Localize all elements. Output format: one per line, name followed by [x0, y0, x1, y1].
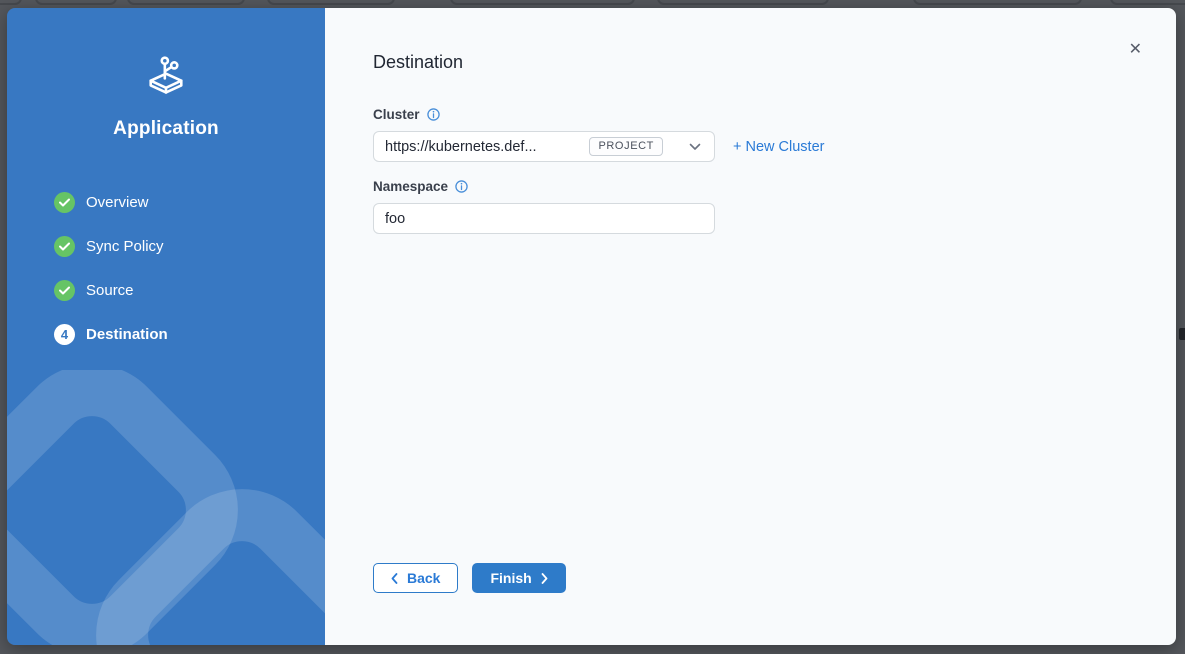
- application-wizard-panel: Application Overview Sync Policy: [7, 8, 1176, 645]
- step-complete-check-icon: [54, 236, 75, 257]
- step-label: Overview: [86, 194, 149, 211]
- background-field-outline: [450, 0, 635, 5]
- step-label: Sync Policy: [86, 238, 164, 255]
- info-icon[interactable]: [455, 180, 468, 193]
- background-field-outline: [657, 0, 829, 5]
- namespace-field-group: Namespace: [373, 179, 1128, 234]
- background-scrollbar-notch: [1179, 328, 1185, 340]
- namespace-input[interactable]: [373, 203, 715, 234]
- forward-chevron-icon: [541, 573, 548, 584]
- cluster-label: Cluster: [373, 107, 420, 122]
- page-title: Destination: [373, 52, 1128, 73]
- wizard-steps: Overview Sync Policy Source 4 Destin: [7, 180, 325, 356]
- close-button[interactable]: ✕: [1125, 38, 1146, 62]
- cluster-select-value: https://kubernetes.def...: [385, 139, 589, 155]
- wizard-sidebar: Application Overview Sync Policy: [7, 8, 325, 645]
- step-overview[interactable]: Overview: [54, 180, 325, 224]
- finish-button-label: Finish: [490, 570, 531, 586]
- background-field-outline: [0, 0, 22, 5]
- background-field-outline: [35, 0, 117, 5]
- back-button[interactable]: Back: [373, 563, 458, 593]
- finish-button[interactable]: Finish: [472, 563, 565, 593]
- destination-form-panel: ✕ Destination Cluster https://kubernetes…: [325, 8, 1176, 645]
- info-icon[interactable]: [427, 108, 440, 121]
- new-cluster-link[interactable]: + New Cluster: [733, 139, 824, 155]
- step-destination[interactable]: 4 Destination: [54, 312, 325, 356]
- application-icon: [146, 54, 186, 98]
- namespace-label: Namespace: [373, 179, 448, 194]
- background-field-outline: [127, 0, 245, 5]
- wizard-title: Application: [7, 118, 325, 140]
- step-label: Destination: [86, 326, 168, 343]
- back-button-label: Back: [407, 570, 440, 586]
- step-number-badge: 4: [54, 324, 75, 345]
- back-chevron-icon: [391, 573, 398, 584]
- step-complete-check-icon: [54, 280, 75, 301]
- step-source[interactable]: Source: [54, 268, 325, 312]
- project-badge: PROJECT: [589, 137, 663, 156]
- background-field-outline: [1110, 0, 1185, 5]
- step-complete-check-icon: [54, 192, 75, 213]
- chevron-down-icon: [689, 143, 701, 151]
- wizard-footer: Back Finish: [373, 563, 1128, 605]
- cluster-field: Cluster https://kubernetes.def... PROJEC…: [373, 107, 1128, 162]
- step-label: Source: [86, 282, 134, 299]
- argo-watermark-logo: [7, 370, 325, 645]
- background-field-outline: [267, 0, 395, 5]
- background-field-outline: [913, 0, 1082, 5]
- cluster-select[interactable]: https://kubernetes.def... PROJECT: [373, 131, 715, 162]
- step-sync-policy[interactable]: Sync Policy: [54, 224, 325, 268]
